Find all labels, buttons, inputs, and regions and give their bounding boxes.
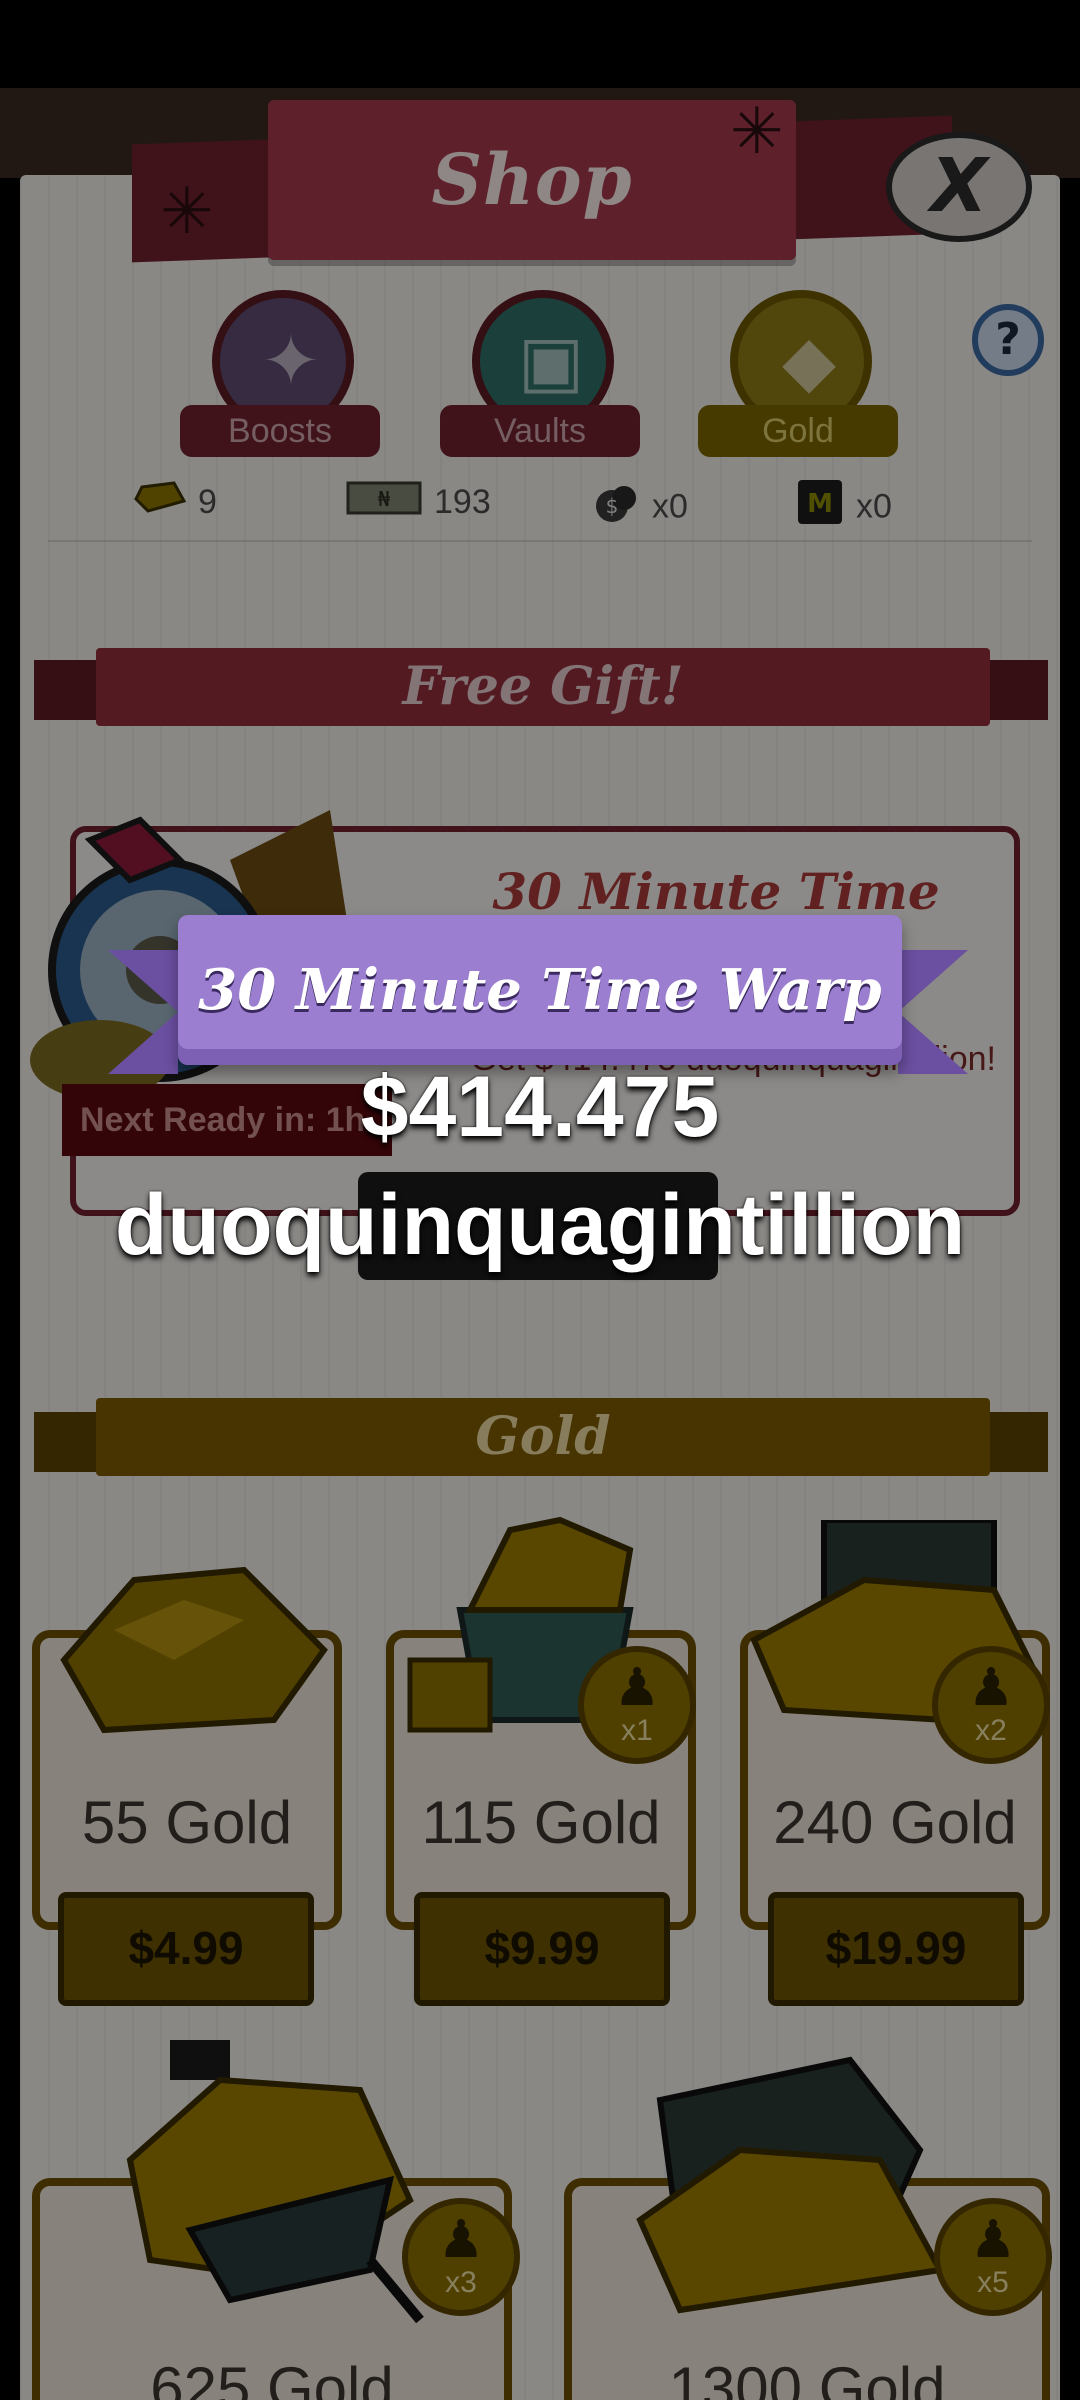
- toast-reward-amount: $414.475 duoquinquagintillion: [0, 1048, 1080, 1284]
- toast-title: 30 Minute Time Warp: [198, 957, 882, 1023]
- toast-amount-unit: duoquinquagintillion: [114, 1177, 966, 1273]
- toast-amount-value: $414.475: [360, 1059, 720, 1155]
- shop-screen: Shop ✳ ✳ X ✦ Boosts ▣ Vaults ◆ Gold ? 9 …: [0, 0, 1080, 2400]
